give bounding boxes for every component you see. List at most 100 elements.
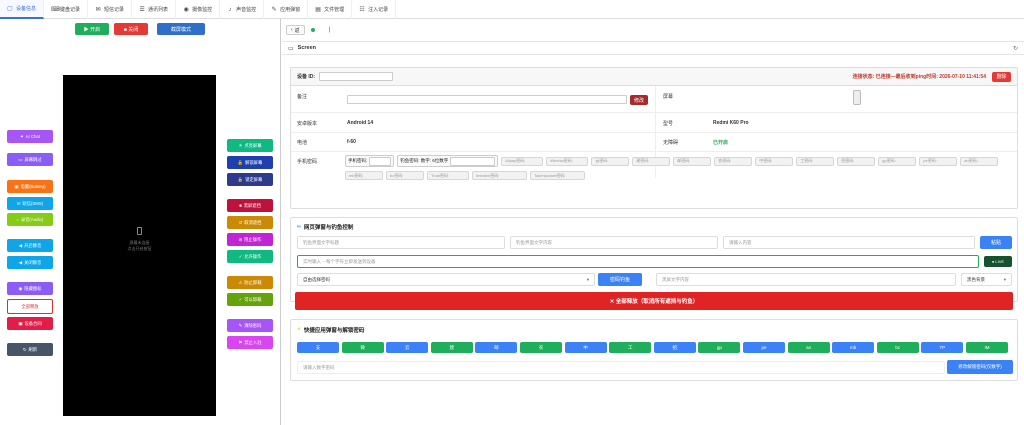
- left-btn-3[interactable]: ✉ 短信(SMS): [7, 197, 53, 210]
- btn-icon: ◀: [18, 242, 23, 248]
- battery-value: f-60: [347, 139, 356, 145]
- password-pill[interactable]: 中密码:: [755, 156, 794, 166]
- password-pill[interactable]: 工密码:: [796, 156, 835, 166]
- close-button[interactable]: ■ 关闭: [114, 23, 148, 35]
- btn-icon: ✓: [238, 253, 243, 259]
- live-input[interactable]: 实时输入 – 每个字符立即发送到设备: [297, 255, 979, 268]
- screenshot-mode-button[interactable]: 截屏模式: [157, 23, 205, 35]
- password-pill[interactable]: Trust密码:: [427, 171, 469, 180]
- left-btn-7[interactable]: ◉ 隐藏图标: [7, 282, 53, 295]
- left-btn-2[interactable]: ▣ 电量(Battery): [7, 180, 53, 193]
- quick-chip-5[interactable]: 农: [520, 342, 562, 353]
- quick-chip-4[interactable]: 邮: [475, 342, 518, 353]
- left-btn-9[interactable]: ▣ 设备合同: [7, 317, 53, 330]
- right-btn-9[interactable]: ✎ 清除密码: [227, 319, 273, 332]
- password-pill[interactable]: Imtoken密码:: [472, 171, 527, 180]
- content-input[interactable]: 请输入内容: [723, 236, 975, 249]
- btn-label: 屏幕跳过: [24, 156, 42, 162]
- screen-thumbnail[interactable]: [853, 90, 861, 105]
- refresh-icon[interactable]: ↻: [1013, 45, 1018, 52]
- quick-chip-11[interactable]: an: [787, 342, 830, 353]
- change-unlock-password-button[interactable]: 修改解锁密码(仅数字): [947, 360, 1013, 374]
- live-button[interactable]: ● LIVE: [984, 256, 1012, 267]
- tab-7[interactable]: ▤ 文件管理: [308, 0, 353, 19]
- quick-chip-3[interactable]: 建: [430, 342, 473, 353]
- unlock-password-input[interactable]: 请输入数字密码: [297, 361, 945, 374]
- password-pill[interactable]: pe密码:: [919, 156, 958, 166]
- tab-0[interactable]: ▢ 设备信息: [0, 0, 45, 19]
- right-btn-2[interactable]: 🔒 锁定屏幕: [227, 173, 273, 186]
- password-pill[interactable]: 农密码:: [714, 156, 753, 166]
- right-btn-1[interactable]: 🔓 解锁屏幕: [227, 156, 273, 169]
- password-field-input[interactable]: [450, 156, 496, 166]
- quick-chip-6[interactable]: 中: [564, 342, 607, 353]
- tab-4[interactable]: ◉ 摄像监控: [176, 0, 221, 19]
- right-btn-3[interactable]: ■ 黑屏遮挡: [227, 199, 273, 212]
- password-pill[interactable]: 云密码:: [591, 156, 630, 166]
- left-btn-0[interactable]: ✦ AI Chat: [7, 130, 53, 143]
- right-btn-10[interactable]: ⚑ 禁止入驻: [227, 336, 273, 349]
- password-pill[interactable]: an密码:: [960, 156, 999, 166]
- password-pill[interactable]: mb密码:: [345, 171, 383, 180]
- quick-chip-7[interactable]: 工: [609, 342, 652, 353]
- background-select[interactable]: 黑色背景 ▾: [961, 273, 1012, 286]
- password-pill[interactable]: bc密码:: [386, 171, 424, 180]
- left-btn-8[interactable]: 全部释放: [7, 299, 53, 314]
- tab-6[interactable]: ✎ 应用弹窗: [264, 0, 309, 19]
- right-btn-5[interactable]: ⊘ 阻止操作: [227, 233, 273, 246]
- paste-button[interactable]: 粘贴: [980, 236, 1012, 249]
- password-phishing-button[interactable]: 密码钓鱼: [598, 273, 642, 286]
- btn-label: 黑屏遮挡: [243, 202, 261, 208]
- device-info-card: 设备 ID: 连接状态: 已连接—最后收到ping时间: 2026-07-10 …: [290, 67, 1018, 209]
- remark-input[interactable]: [347, 95, 627, 104]
- tab-label: 应用弹窗: [280, 7, 301, 13]
- tab-3[interactable]: ☰ 通讯列表: [132, 0, 177, 19]
- quick-chip-1[interactable]: 微: [341, 342, 384, 353]
- modify-button[interactable]: 修改: [630, 95, 648, 105]
- quick-chip-14[interactable]: TP: [921, 342, 964, 353]
- left-btn-10[interactable]: ↻ 刷新: [7, 343, 53, 356]
- release-all-button[interactable]: ✕ 全部释放（取消所有遮挡与钓鱼）: [295, 292, 1013, 310]
- password-pill[interactable]: Wechat密码:: [546, 156, 589, 166]
- password-pill[interactable]: Alipay密码:: [501, 156, 544, 166]
- left-btn-1[interactable]: ▭ 屏幕跳过: [7, 153, 53, 166]
- quick-chip-9[interactable]: gp: [698, 342, 741, 353]
- phone-screen-view[interactable]: 屏幕未连接 点击开启按钮: [63, 75, 216, 416]
- tab-8[interactable]: ☷ 注入记录: [352, 0, 397, 19]
- right-btn-7[interactable]: ⚠ 防止卸载: [227, 276, 273, 289]
- delete-button[interactable]: 删除: [992, 71, 1011, 82]
- start-button[interactable]: ▶ 开启: [75, 23, 109, 35]
- password-field-input[interactable]: [369, 156, 392, 166]
- left-btn-5[interactable]: ◀ 开启静音: [7, 239, 53, 252]
- device-id-field[interactable]: [319, 72, 394, 81]
- quick-chip-0[interactable]: 支: [297, 342, 339, 353]
- quick-chip-8[interactable]: 招: [653, 342, 696, 353]
- password-select[interactable]: 自由选择密码 ▾: [297, 273, 595, 286]
- phishing-title-input[interactable]: 钓鱼界面文字标题: [297, 236, 505, 249]
- quick-chip-12[interactable]: mb: [832, 342, 875, 353]
- black-screen-text-input[interactable]: 黑屏文字内容: [656, 273, 956, 286]
- quick-chip-2[interactable]: 云: [386, 342, 429, 353]
- quick-chip-10[interactable]: pe: [743, 342, 785, 353]
- quick-chip-15[interactable]: IM: [966, 342, 1008, 353]
- quick-chip-13[interactable]: bc: [876, 342, 919, 353]
- left-btn-4[interactable]: ♪ 录音(Audio): [7, 213, 53, 226]
- tab-5[interactable]: ♪ 声音监控: [220, 0, 265, 19]
- right-btn-4[interactable]: ↺ 取消遮挡: [227, 216, 273, 229]
- tab-2[interactable]: ✉ 短信记录: [88, 0, 133, 19]
- android-label: 安卓版本: [297, 121, 318, 127]
- left-btn-6[interactable]: ◀ 关闭静音: [7, 256, 53, 269]
- password-pill[interactable]: 招密码:: [837, 156, 876, 166]
- right-btn-6[interactable]: ✓ 允许操作: [227, 250, 273, 263]
- right-btn-0[interactable]: ☀ 点亮屏幕: [227, 139, 273, 152]
- tab-icon: ▢: [7, 6, 13, 12]
- tab-1[interactable]: ⌨ 键盘记录: [44, 0, 89, 19]
- back-button[interactable]: ‹ 返: [286, 25, 305, 35]
- phishing-content-input[interactable]: 钓鱼界面文字内容: [510, 236, 718, 249]
- back-label: 返: [294, 27, 300, 34]
- password-pill[interactable]: Tokenpocket密码:: [530, 171, 585, 180]
- right-btn-8[interactable]: ✓ 可以卸载: [227, 293, 273, 306]
- password-pill[interactable]: 邮密码:: [673, 156, 712, 166]
- password-pill[interactable]: gp密码:: [878, 156, 917, 166]
- password-pill[interactable]: 建密码:: [632, 156, 671, 166]
